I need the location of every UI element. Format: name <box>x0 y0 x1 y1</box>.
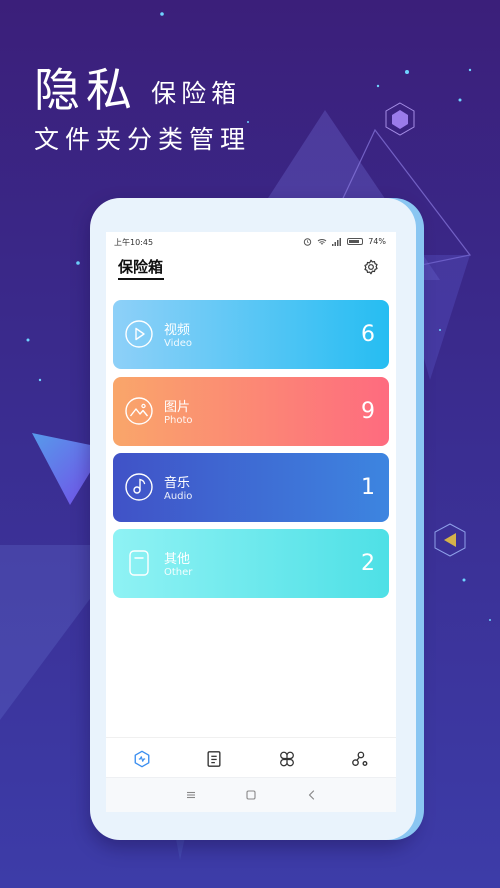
play-icon <box>125 320 153 348</box>
image-icon <box>125 397 153 425</box>
battery-level: 74% <box>368 237 386 246</box>
category-card-other[interactable]: 其他 Other 2 <box>113 529 389 598</box>
apps-icon[interactable] <box>278 750 296 768</box>
status-bar: 上午10:45 74% <box>106 232 396 250</box>
back-icon[interactable] <box>305 788 319 802</box>
category-count: 2 <box>361 551 375 576</box>
category-name: 视频 <box>164 323 191 338</box>
category-count: 9 <box>361 399 375 424</box>
vault-icon[interactable] <box>133 750 151 768</box>
category-card-audio[interactable]: 音乐 Audio 1 <box>113 453 389 522</box>
promo-title: 隐私 <box>34 63 138 117</box>
promo-title-secondary: 保险箱 <box>151 79 242 108</box>
battery-icon <box>347 238 364 245</box>
document-icon <box>129 550 149 576</box>
category-name-en: Photo <box>164 415 193 426</box>
share-icon[interactable] <box>351 750 369 768</box>
home-icon[interactable] <box>244 788 258 802</box>
category-card-photo[interactable]: 图片 Photo 9 <box>113 377 389 446</box>
category-name: 其他 <box>164 552 191 567</box>
page-title: 保险箱 <box>118 258 164 276</box>
menu-icon[interactable] <box>184 788 198 802</box>
category-count: 1 <box>361 475 375 500</box>
notes-icon[interactable] <box>205 750 223 768</box>
category-name-en: Video <box>164 338 193 349</box>
category-name: 图片 <box>164 400 191 415</box>
category-card-video[interactable]: 视频 Video 6 <box>113 300 389 369</box>
status-icons: 74% <box>303 237 386 246</box>
category-name: 音乐 <box>164 476 191 491</box>
category-count: 6 <box>361 322 375 347</box>
category-name-en: Audio <box>164 491 193 502</box>
music-disc-icon <box>125 473 153 501</box>
promo-headline: 隐私 保险箱 <box>34 54 241 120</box>
system-navigation-bar <box>106 777 396 812</box>
category-name-en: Other <box>164 567 193 578</box>
cube-icon <box>434 523 466 557</box>
gear-icon[interactable] <box>362 258 380 276</box>
promo-subtitle: 文件夹分类管理 <box>34 125 252 154</box>
wifi-icon <box>317 238 327 245</box>
bottom-tab-bar <box>106 737 396 777</box>
title-underline <box>118 278 164 280</box>
alarm-icon <box>304 238 312 246</box>
cube-icon <box>385 102 415 136</box>
signal-icon <box>332 237 342 246</box>
status-time: 上午10:45 <box>114 238 154 247</box>
phone-screen: 上午10:45 74% 保险箱 视频 Video 6 图片 Photo 9 音乐… <box>106 232 396 812</box>
